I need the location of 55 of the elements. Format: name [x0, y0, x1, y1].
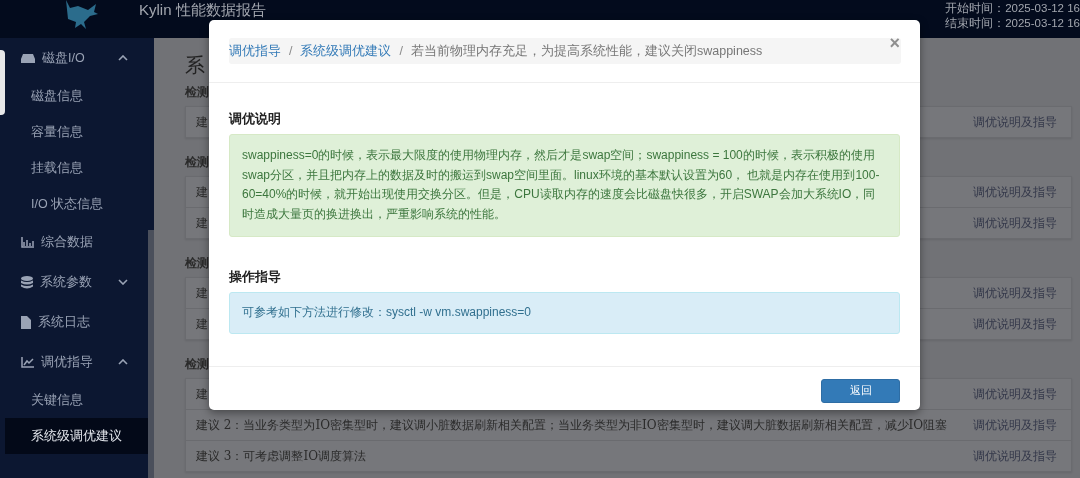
line-chart-icon	[21, 356, 34, 368]
suggestion-text: 建	[196, 214, 208, 232]
guide-link[interactable]: 调优说明及指导	[973, 447, 1057, 465]
suggestion-text: 建议 3：可考虑调整IO调度算法	[196, 447, 367, 465]
section-title: 操作指导	[229, 269, 282, 285]
breadcrumb-separator: /	[399, 44, 403, 58]
breadcrumb-current: 若当前物理内存充足，为提高系统性能，建议关闭swappiness	[410, 42, 763, 60]
nav-item[interactable]: 系统参数	[5, 262, 148, 302]
back-button[interactable]: 返回	[821, 378, 900, 403]
guide-link[interactable]: 调优说明及指导	[973, 214, 1057, 232]
nav-subitem[interactable]: I/O 状态信息	[5, 186, 148, 222]
nav-subitem[interactable]: 关键信息	[5, 382, 148, 418]
suggestion-text: 建	[196, 385, 208, 403]
suggestion-text: 建	[196, 113, 208, 131]
caret-icon	[118, 279, 128, 285]
caret-icon	[118, 55, 128, 61]
drive-icon	[21, 53, 35, 63]
end-time: 结束时间：2025-03-12 16	[945, 16, 1080, 31]
caret-icon	[118, 359, 128, 365]
suggestion-text: 建	[196, 284, 208, 302]
instruction-alert: 可参考如下方法进行修改：sysctl -w vm.swappiness=0	[229, 292, 900, 334]
start-time: 开始时间：2025-03-12 16	[945, 1, 1080, 16]
suggestion-text: 建	[196, 183, 208, 201]
nav-item[interactable]: 磁盘I/O	[5, 38, 148, 78]
section-label: 检测	[185, 256, 209, 271]
bar-chart-icon	[21, 236, 34, 248]
suggestion-text: 建	[196, 315, 208, 333]
guide-link[interactable]: 调优说明及指导	[973, 385, 1057, 403]
nav-item[interactable]: 调优指导	[5, 342, 148, 382]
close-button[interactable]: ×	[889, 38, 900, 48]
nav-subitem[interactable]: 磁盘信息	[5, 78, 148, 114]
section-title: 调优说明	[229, 111, 282, 127]
guide-link[interactable]: 调优说明及指导	[973, 183, 1057, 201]
nav-item[interactable]: 系统日志	[5, 302, 148, 342]
nav-subitem[interactable]: 系统级调优建议	[5, 418, 148, 454]
suggestion-text: 建议 2：当业务类型为IO密集型时，建议调小脏数据刷新相关配置；当业务类型为非IO密集型时，建议调大脏数据刷新相关配置，减少IO阻塞	[196, 416, 948, 434]
breadcrumb-link[interactable]: 系统级调优建议	[300, 42, 392, 60]
nav-subitem[interactable]: 挂载信息	[5, 150, 148, 186]
guide-link[interactable]: 调优说明及指导	[973, 315, 1057, 333]
guide-link[interactable]: 调优说明及指导	[973, 284, 1057, 302]
section-label: 检测	[185, 155, 209, 170]
nav-item[interactable]: 综合数据	[5, 222, 148, 262]
report-title: Kylin 性能数据报告	[139, 1, 267, 18]
guide-link[interactable]: 调优说明及指导	[973, 416, 1057, 434]
guide-link[interactable]: 调优说明及指导	[973, 113, 1057, 131]
document-icon	[21, 315, 31, 329]
section-label: 检测	[185, 357, 209, 372]
page-heading: 系	[185, 53, 205, 78]
database-icon	[21, 275, 33, 289]
active-indicator	[0, 50, 5, 115]
breadcrumb-link[interactable]: 调优指导	[229, 42, 281, 60]
section-label: 检测	[185, 85, 209, 100]
breadcrumb-separator: /	[289, 44, 293, 58]
nav-subitem[interactable]: 容量信息	[5, 114, 148, 150]
explanation-alert: swappiness=0的时候，表示最大限度的使用物理内存，然后才是swap空间；swappiness = 100的时候，表示积极的使用swap分区，并且把内存上的数据及时的搬运到swap空间里面。linux环境的基本默认设置为60， 也就是内存在使用到100-60=40%的时候，就开始出现使用交换分区。但是，CPU读取内存的速度会比磁盘快很多，开启SWAP会加大系统IO，同时造成大量页的换进换出，严重影响系统的性能。	[229, 134, 900, 237]
